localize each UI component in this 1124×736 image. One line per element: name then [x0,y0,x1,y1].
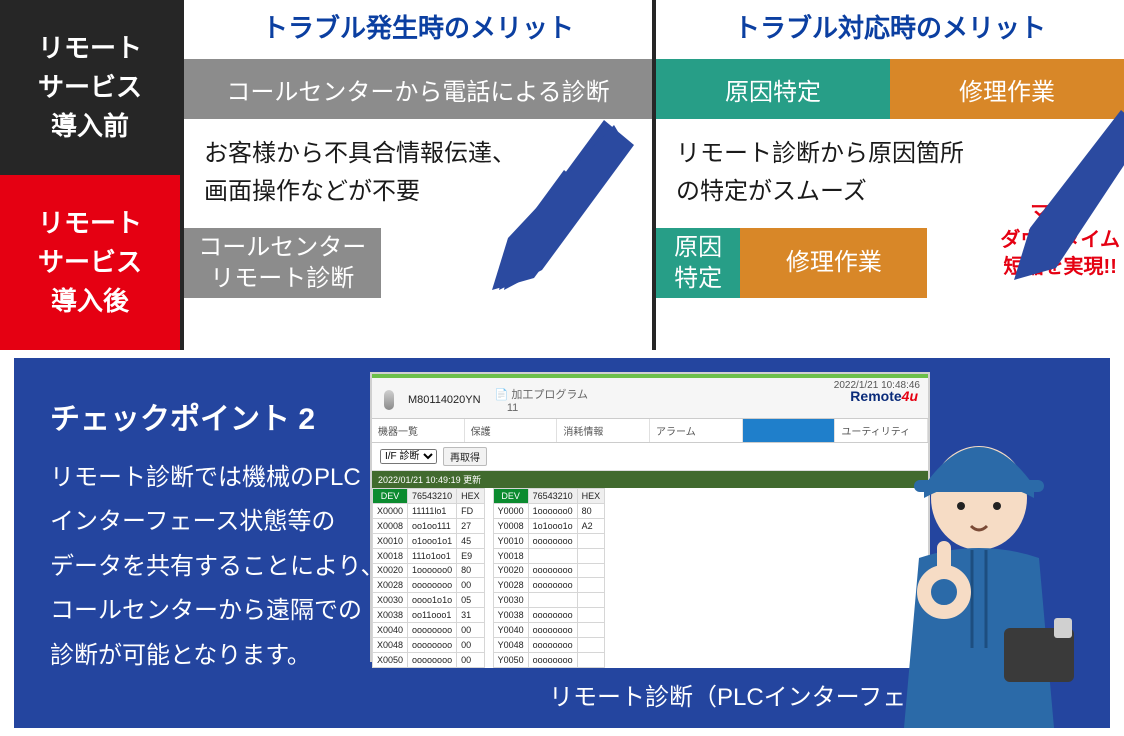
table-row: X00201oooooo080 [373,563,485,578]
table-row: Y0020oooooooo [493,563,605,578]
table-row: X0050oooooooo00 [373,652,485,667]
table-row: X0030oooo1o1o05 [373,593,485,608]
table-row: Y0010oooooooo [493,533,605,548]
col1-header: トラブル発生時のメリット [184,0,652,59]
table-row: Y0038oooooooo [493,608,605,623]
table-row: X0010o1ooo1o145 [373,533,485,548]
checkpoint-panel: チェックポイント 2 リモート診断では機械のPLCインターフェース状態等のデータ… [14,358,1110,728]
col1-desc: お客様から不具合情報伝達、画面操作などが不要 [184,119,652,228]
table-row: X0038oo11ooo131 [373,608,485,623]
app-tab[interactable] [743,419,836,442]
col1-before-cell: コールセンターから電話による診断 [184,59,652,119]
col2-after-bar: 原因特定 修理作業 マシンダウンタイム短縮を実現!! [656,228,1124,298]
col1-after-cell: コールセンターリモート診断 [184,228,381,298]
app-tab[interactable]: 機器一覧 [372,419,465,442]
col2-after-cell-a: 原因特定 [656,228,740,298]
col2-header: トラブル対応時のメリット [656,0,1124,59]
plc-table-left: DEV76543210HEXX000011111lo1FDX0008oo1oo1… [372,488,485,668]
machine-id: M80114020YN [408,394,481,406]
app-toolbar: I/F 診断 再取得 [372,443,928,471]
merit-columns: トラブル発生時のメリット コールセンターから電話による診断 お客様から不具合情報… [180,0,1124,350]
col1-after-bar: コールセンターリモート診断 [184,228,652,298]
worker-illustration [854,418,1104,728]
app-tab[interactable]: 消耗情報 [557,419,650,442]
table-row: X0048oooooooo00 [373,638,485,653]
plc-app-screenshot: 2022/1/21 10:48:46 Remote4u M80114020YN … [370,372,930,662]
table-row: Y00081o1ooo1oA2 [493,518,605,533]
comparison-diagram: リモートサービス導入前 リモートサービス導入後 トラブル発生時のメリット コール… [0,0,1124,350]
table-row: Y0040oooooooo [493,623,605,638]
refresh-button[interactable]: 再取得 [443,447,487,466]
table-row: X0028oooooooo00 [373,578,485,593]
col2-before-bar: 原因特定 修理作業 [656,59,1124,119]
app-tabs: 機器一覧保護消耗情報アラーム ユーティリティ [372,418,928,443]
table-row: Y0048oooooooo [493,638,605,653]
col1-before-bar: コールセンターから電話による診断 [184,59,652,119]
downtime-callout: マシンダウンタイム短縮を実現!! [1000,200,1120,281]
app-status-bar: 2022/01/21 10:49:19 更新 [372,471,928,488]
plc-table-right: DEV76543210HEXY00001oooooo080Y00081o1ooo… [493,488,606,668]
table-row: X0008oo1oo11127 [373,518,485,533]
table-row: X0018111o1oo1E9 [373,548,485,563]
col-occurrence: トラブル発生時のメリット コールセンターから電話による診断 お客様から不具合情報… [180,0,652,350]
diagnosis-select[interactable]: I/F 診断 [380,449,437,464]
col2-before-cell-a: 原因特定 [656,59,890,119]
table-row: Y0050oooooooo [493,652,605,667]
table-row: X000011111lo1FD [373,503,485,518]
plc-tables: DEV76543210HEXX000011111lo1FDX0008oo1oo1… [372,488,928,668]
col2-before-cell-b: 修理作業 [890,59,1124,119]
table-row: Y0030 [493,593,605,608]
app-logo: Remote4u [850,388,918,404]
table-row: X0040oooooooo00 [373,623,485,638]
label-after: リモートサービス導入後 [0,175,180,350]
col2-after-cell-b: 修理作業 [740,228,927,298]
app-tab[interactable]: アラーム [650,419,743,442]
col-response: トラブル対応時のメリット 原因特定 修理作業 リモート診断から原因箇所の特定がス… [652,0,1124,350]
table-row: Y0028oooooooo [493,578,605,593]
table-row: Y00001oooooo080 [493,503,605,518]
phase-labels: リモートサービス導入前 リモートサービス導入後 [0,0,180,350]
table-row: Y0018 [493,548,605,563]
program-block: 📄 加工プログラム 11 [495,386,588,414]
label-before: リモートサービス導入前 [0,0,180,175]
status-light-icon [384,390,394,410]
app-tab[interactable]: 保護 [465,419,558,442]
